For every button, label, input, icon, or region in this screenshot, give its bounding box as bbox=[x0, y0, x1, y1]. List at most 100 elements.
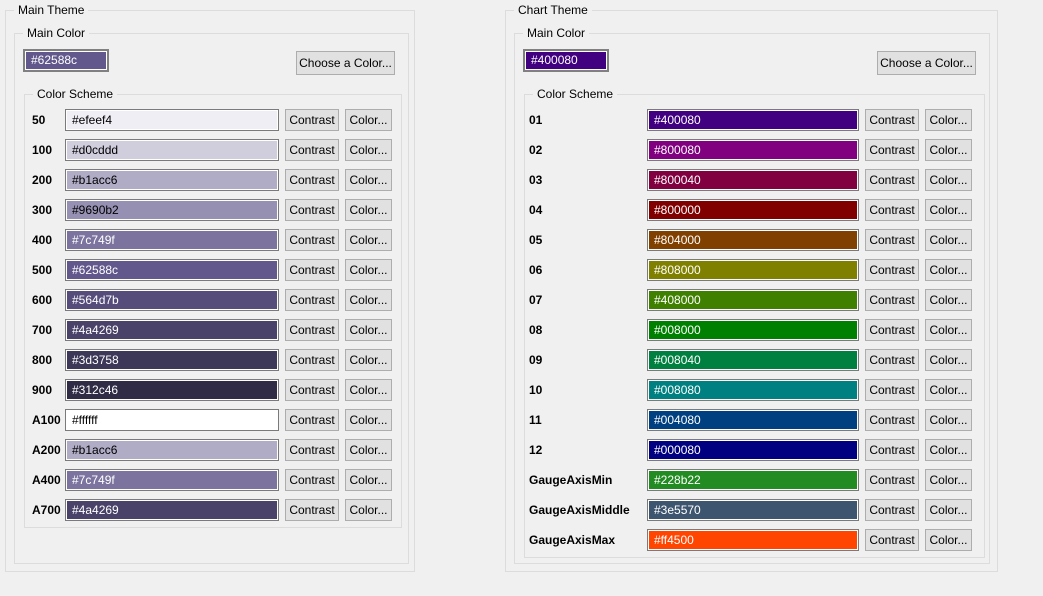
chart-theme-group: Chart Theme Main Color #400080 Choose a … bbox=[505, 10, 998, 572]
contrast-button[interactable]: Contrast bbox=[865, 229, 919, 251]
color-button[interactable]: Color... bbox=[925, 259, 972, 281]
color-button[interactable]: Color... bbox=[925, 289, 972, 311]
contrast-button[interactable]: Contrast bbox=[865, 199, 919, 221]
contrast-button[interactable]: Contrast bbox=[865, 379, 919, 401]
color-button[interactable]: Color... bbox=[345, 409, 392, 431]
group-title: Color Scheme bbox=[533, 86, 617, 102]
scheme-color-field[interactable]: #228b22 bbox=[647, 469, 859, 491]
scheme-color-field[interactable]: #3d3758 bbox=[65, 349, 279, 371]
contrast-button[interactable]: Contrast bbox=[865, 319, 919, 341]
scheme-color-field[interactable]: #008000 bbox=[647, 319, 859, 341]
contrast-button[interactable]: Contrast bbox=[285, 139, 339, 161]
scheme-color-field[interactable]: #004080 bbox=[647, 409, 859, 431]
scheme-color-field[interactable]: #008040 bbox=[647, 349, 859, 371]
scheme-color-field[interactable]: #4a4269 bbox=[65, 319, 279, 341]
scheme-color-field[interactable]: #4a4269 bbox=[65, 499, 279, 521]
color-button[interactable]: Color... bbox=[925, 109, 972, 131]
contrast-button[interactable]: Contrast bbox=[285, 319, 339, 341]
contrast-button[interactable]: Contrast bbox=[285, 199, 339, 221]
contrast-button[interactable]: Contrast bbox=[285, 499, 339, 521]
contrast-button[interactable]: Contrast bbox=[865, 469, 919, 491]
scheme-row: 04 #800000 Contrast Color... bbox=[529, 199, 984, 221]
color-button[interactable]: Color... bbox=[925, 499, 972, 521]
scheme-color-field[interactable]: #800080 bbox=[647, 139, 859, 161]
scheme-color-field[interactable]: #7c749f bbox=[65, 229, 279, 251]
contrast-button[interactable]: Contrast bbox=[865, 529, 919, 551]
color-button[interactable]: Color... bbox=[345, 349, 392, 371]
color-button[interactable]: Color... bbox=[345, 169, 392, 191]
contrast-button[interactable]: Contrast bbox=[865, 169, 919, 191]
contrast-button[interactable]: Contrast bbox=[285, 349, 339, 371]
contrast-button[interactable]: Contrast bbox=[285, 259, 339, 281]
contrast-button[interactable]: Contrast bbox=[285, 229, 339, 251]
contrast-button[interactable]: Contrast bbox=[285, 379, 339, 401]
color-button[interactable]: Color... bbox=[925, 409, 972, 431]
scheme-color-field[interactable]: #62588c bbox=[65, 259, 279, 281]
color-button[interactable]: Color... bbox=[925, 379, 972, 401]
choose-color-button[interactable]: Choose a Color... bbox=[877, 51, 976, 75]
contrast-button[interactable]: Contrast bbox=[865, 499, 919, 521]
color-button[interactable]: Color... bbox=[925, 229, 972, 251]
contrast-button[interactable]: Contrast bbox=[285, 169, 339, 191]
scheme-color-field[interactable]: #800040 bbox=[647, 169, 859, 191]
color-button[interactable]: Color... bbox=[345, 109, 392, 131]
color-button[interactable]: Color... bbox=[925, 199, 972, 221]
scheme-color-field[interactable]: #efeef4 bbox=[65, 109, 279, 131]
contrast-button[interactable]: Contrast bbox=[285, 439, 339, 461]
scheme-row-label: 06 bbox=[529, 259, 647, 281]
color-button[interactable]: Color... bbox=[925, 349, 972, 371]
contrast-button[interactable]: Contrast bbox=[865, 109, 919, 131]
contrast-button[interactable]: Contrast bbox=[285, 409, 339, 431]
group-title: Chart Theme bbox=[514, 2, 592, 18]
scheme-color-field[interactable]: #ff4500 bbox=[647, 529, 859, 551]
color-button[interactable]: Color... bbox=[925, 469, 972, 491]
group-title: Main Color bbox=[23, 25, 89, 41]
choose-color-button[interactable]: Choose a Color... bbox=[296, 51, 395, 75]
color-button[interactable]: Color... bbox=[925, 139, 972, 161]
contrast-button[interactable]: Contrast bbox=[865, 409, 919, 431]
contrast-button[interactable]: Contrast bbox=[285, 109, 339, 131]
contrast-button[interactable]: Contrast bbox=[865, 289, 919, 311]
scheme-color-field[interactable]: #b1acc6 bbox=[65, 439, 279, 461]
scheme-color-field[interactable]: #564d7b bbox=[65, 289, 279, 311]
color-button[interactable]: Color... bbox=[925, 169, 972, 191]
color-button[interactable]: Color... bbox=[925, 319, 972, 341]
color-button[interactable]: Color... bbox=[345, 379, 392, 401]
scheme-color-field[interactable]: #7c749f bbox=[65, 469, 279, 491]
scheme-color-field[interactable]: #d0cddd bbox=[65, 139, 279, 161]
contrast-button[interactable]: Contrast bbox=[865, 139, 919, 161]
scheme-row: 800 #3d3758 Contrast Color... bbox=[32, 349, 401, 371]
contrast-button[interactable]: Contrast bbox=[865, 259, 919, 281]
color-button[interactable]: Color... bbox=[345, 319, 392, 341]
scheme-color-field[interactable]: #808000 bbox=[647, 259, 859, 281]
color-button[interactable]: Color... bbox=[345, 289, 392, 311]
color-button[interactable]: Color... bbox=[345, 199, 392, 221]
scheme-color-field[interactable]: #804000 bbox=[647, 229, 859, 251]
color-button[interactable]: Color... bbox=[345, 469, 392, 491]
scheme-row-label: 300 bbox=[32, 199, 65, 221]
scheme-color-field[interactable]: #000080 bbox=[647, 439, 859, 461]
contrast-button[interactable]: Contrast bbox=[865, 349, 919, 371]
scheme-color-field[interactable]: #ffffff bbox=[65, 409, 279, 431]
color-button[interactable]: Color... bbox=[345, 439, 392, 461]
color-button[interactable]: Color... bbox=[345, 499, 392, 521]
scheme-color-field[interactable]: #800000 bbox=[647, 199, 859, 221]
color-button[interactable]: Color... bbox=[345, 139, 392, 161]
contrast-button[interactable]: Contrast bbox=[285, 289, 339, 311]
scheme-color-field[interactable]: #9690b2 bbox=[65, 199, 279, 221]
scheme-row: A700 #4a4269 Contrast Color... bbox=[32, 499, 401, 521]
scheme-color-field[interactable]: #408000 bbox=[647, 289, 859, 311]
color-button[interactable]: Color... bbox=[345, 229, 392, 251]
scheme-color-field[interactable]: #3e5570 bbox=[647, 499, 859, 521]
contrast-button[interactable]: Contrast bbox=[285, 469, 339, 491]
scheme-row: 300 #9690b2 Contrast Color... bbox=[32, 199, 401, 221]
scheme-row: GaugeAxisMax #ff4500 Contrast Color... bbox=[529, 529, 984, 551]
scheme-color-field[interactable]: #312c46 bbox=[65, 379, 279, 401]
scheme-color-field[interactable]: #400080 bbox=[647, 109, 859, 131]
scheme-color-field[interactable]: #b1acc6 bbox=[65, 169, 279, 191]
color-button[interactable]: Color... bbox=[925, 529, 972, 551]
contrast-button[interactable]: Contrast bbox=[865, 439, 919, 461]
color-button[interactable]: Color... bbox=[345, 259, 392, 281]
scheme-color-field[interactable]: #008080 bbox=[647, 379, 859, 401]
color-button[interactable]: Color... bbox=[925, 439, 972, 461]
